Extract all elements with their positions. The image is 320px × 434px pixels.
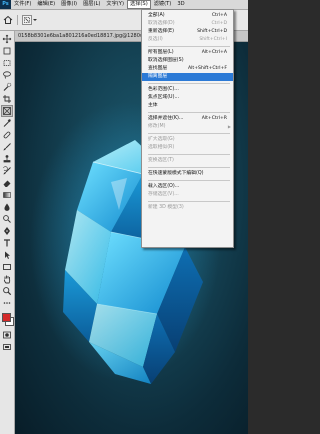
menu-option-label: 选取相似(R) — [148, 145, 175, 150]
crop-tool-icon[interactable] — [2, 94, 12, 104]
zoom-tool-icon[interactable] — [2, 286, 12, 296]
menu-option-label: 新建 3D 模型(3) — [148, 205, 184, 210]
menu-option-isolate-layers[interactable]: 隔离图层 — [142, 73, 233, 81]
menu-option-label: 所有图层(L) — [148, 50, 174, 55]
menu-3d[interactable]: 3D — [174, 0, 187, 9]
selection-tool-preset-icon[interactable] — [22, 15, 32, 25]
menu-option-label: 扩大选取(G) — [148, 137, 175, 142]
menu-file[interactable]: 文件(F) — [11, 0, 34, 9]
menu-option-load-selection[interactable]: 载入选区(O)... — [142, 183, 233, 191]
color-swatches-icon[interactable] — [2, 312, 14, 326]
menu-image[interactable]: 图像(I) — [58, 0, 80, 9]
hand-tool-icon[interactable] — [2, 274, 12, 284]
menu-option-label: 色彩范围(C)... — [148, 87, 179, 92]
tool-panel — [0, 31, 15, 434]
menu-option-quick-mask[interactable]: 在快速蒙版模式下编辑(Q) — [142, 170, 233, 178]
menu-option-shortcut: Alt+Shift+Ctrl+F — [187, 66, 227, 71]
artboard-tool-icon[interactable] — [2, 46, 12, 56]
blur-tool-icon[interactable] — [2, 202, 12, 212]
menu-option-shortcut: Alt+Ctrl+A — [201, 50, 227, 55]
menu-option-deselect-layers[interactable]: 取消选择图层(S) — [142, 57, 233, 65]
menu-option-label: 在快速蒙版模式下编辑(Q) — [148, 171, 204, 176]
menu-option-label: 存储选区(V)... — [148, 192, 179, 197]
menu-option-similar[interactable]: 选取相似(R) — [142, 144, 233, 152]
menu-option-select-and-mask[interactable]: 选择并遮住(K)... Alt+Ctrl+R — [142, 115, 233, 123]
menu-option-label: 焦点区域(U)... — [148, 95, 180, 100]
menu-separator — [148, 112, 230, 113]
menu-option-label: 取消选择图层(S) — [148, 58, 184, 63]
menu-option-label: 查找图层 — [148, 66, 168, 71]
menu-option-label: 取消选择(D) — [148, 21, 175, 26]
photoshop-logo: Ps — [0, 0, 11, 9]
menu-option-shortcut: Shift+Ctrl+D — [197, 29, 227, 34]
type-tool-icon[interactable] — [2, 238, 12, 248]
menu-edit[interactable]: 编辑(E) — [34, 0, 58, 9]
menu-select[interactable]: 选择(S) — [127, 0, 151, 9]
menu-option-label: 反选(I) — [148, 37, 163, 42]
menu-option-label: 载入选区(O)... — [148, 184, 180, 189]
menu-option-shortcut: Ctrl+D — [211, 21, 227, 26]
menu-option-inverse[interactable]: 反选(I) Shift+Ctrl+I — [142, 36, 233, 44]
menu-option-grow[interactable]: 扩大选取(G) — [142, 136, 233, 144]
menu-option-label: 主体 — [148, 103, 158, 108]
menu-option-label: 变换选区(T) — [148, 158, 174, 163]
menu-option-color-range[interactable]: 色彩范围(C)... — [142, 86, 233, 94]
menu-option-deselect[interactable]: 取消选择(D) Ctrl+D — [142, 20, 233, 28]
menu-option-label: 重新选择(E) — [148, 29, 174, 34]
eyedropper-tool-icon[interactable] — [2, 118, 12, 128]
screen-mode-icon[interactable] — [2, 342, 12, 352]
quick-selection-tool-icon[interactable] — [2, 82, 12, 92]
menu-option-new-3d-extrusion[interactable]: 新建 3D 模型(3) — [142, 204, 233, 212]
gradient-tool-icon[interactable] — [2, 190, 12, 200]
menu-option-label: 隔离图层 — [148, 74, 168, 79]
menu-option-label: 修改(M) — [148, 124, 166, 129]
options-divider — [17, 15, 18, 25]
select-menu-dropdown: 全部(A) Ctrl+A 取消选择(D) Ctrl+D 重新选择(E) Shif… — [141, 9, 234, 248]
submenu-arrow-icon: ▶ — [227, 124, 231, 129]
menu-option-all[interactable]: 全部(A) Ctrl+A — [142, 12, 233, 20]
menu-option-shortcut: Shift+Ctrl+I — [199, 37, 227, 42]
menu-separator — [148, 154, 230, 155]
menu-option-transform-selection[interactable]: 变换选区(T) — [142, 157, 233, 165]
brush-tool-icon[interactable] — [2, 142, 12, 152]
menu-separator — [148, 83, 230, 84]
menu-type[interactable]: 文字(Y) — [103, 0, 127, 9]
photoshop-window: Ps 文件(F) 编辑(E) 图像(I) 图层(L) 文字(Y) 选择(S) 滤… — [0, 0, 248, 434]
menu-option-all-layers[interactable]: 所有图层(L) Alt+Ctrl+A — [142, 49, 233, 57]
menu-option-shortcut: Ctrl+A — [211, 13, 227, 18]
lasso-tool-icon[interactable] — [2, 70, 12, 80]
menu-separator — [148, 167, 230, 168]
rectangle-tool-icon[interactable] — [2, 262, 12, 272]
menu-separator — [148, 133, 230, 134]
eraser-tool-icon[interactable] — [2, 178, 12, 188]
menu-separator — [148, 46, 230, 47]
menu-option-shortcut: Alt+Ctrl+R — [201, 116, 227, 121]
menu-option-save-selection[interactable]: 存储选区(V)... — [142, 191, 233, 199]
path-selection-tool-icon[interactable] — [2, 250, 12, 260]
clone-stamp-tool-icon[interactable] — [2, 154, 12, 164]
quick-mask-icon[interactable] — [2, 330, 12, 340]
menu-separator — [148, 180, 230, 181]
rectangular-marquee-tool-icon[interactable] — [2, 58, 12, 68]
menu-option-label: 全部(A) — [148, 13, 165, 18]
history-brush-icon[interactable] — [2, 166, 12, 176]
menu-layer[interactable]: 图层(L) — [80, 0, 103, 9]
dodge-tool-icon[interactable] — [2, 214, 12, 224]
menu-option-modify[interactable]: 修改(M) ▶ — [142, 123, 233, 131]
menu-filter[interactable]: 滤镜(T) — [151, 0, 175, 9]
spot-healing-brush-icon[interactable] — [2, 130, 12, 140]
frame-tool-icon[interactable] — [1, 105, 13, 117]
more-tools-icon[interactable] — [2, 298, 12, 308]
foreground-color-swatch[interactable] — [2, 313, 11, 322]
menu-option-subject[interactable]: 主体 — [142, 102, 233, 110]
menu-option-reselect[interactable]: 重新选择(E) Shift+Ctrl+D — [142, 28, 233, 36]
chevron-down-icon[interactable] — [33, 19, 37, 21]
home-icon[interactable] — [3, 15, 13, 25]
menu-option-find-layers[interactable]: 查找图层 Alt+Shift+Ctrl+F — [142, 65, 233, 73]
menu-separator — [148, 201, 230, 202]
menu-option-label: 选择并遮住(K)... — [148, 116, 184, 121]
pen-tool-icon[interactable] — [2, 226, 12, 236]
menu-option-focus-area[interactable]: 焦点区域(U)... — [142, 94, 233, 102]
move-tool-icon[interactable] — [2, 34, 12, 44]
